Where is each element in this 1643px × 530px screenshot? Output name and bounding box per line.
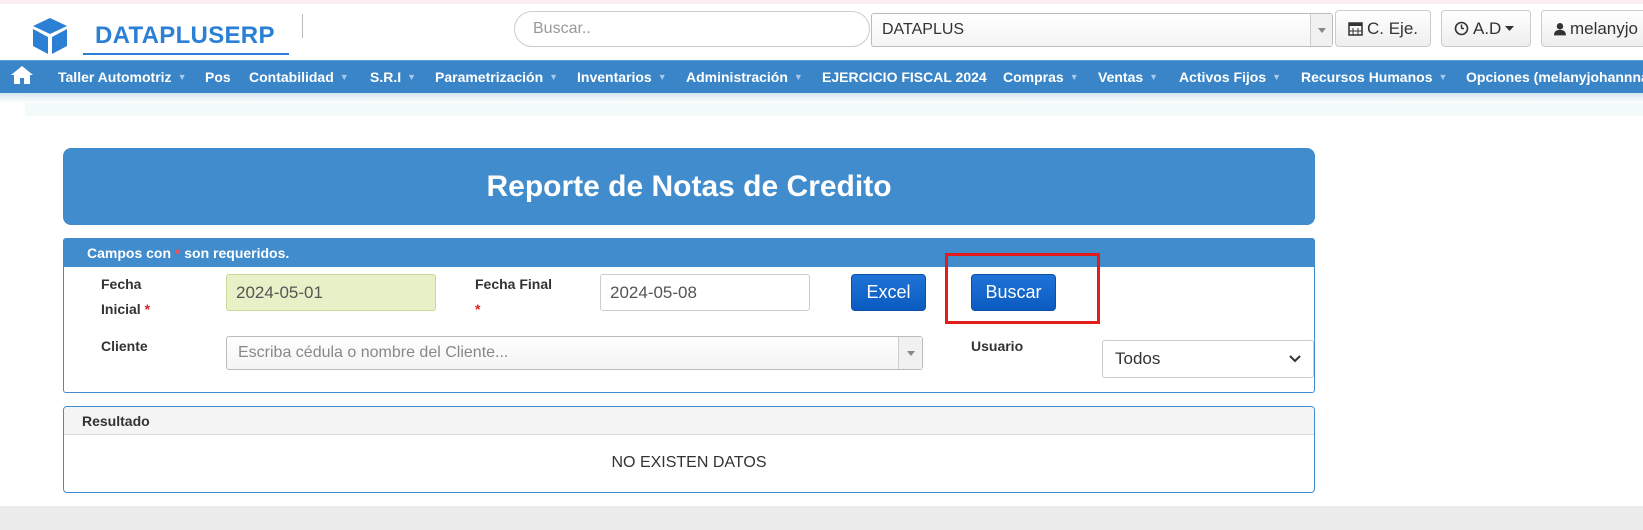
fecha-inicial-label: Fecha Inicial * [101, 272, 150, 322]
caret-down-icon: ▼ [1272, 72, 1282, 82]
page-footer [0, 506, 1643, 530]
sub-strip [25, 103, 1643, 116]
chevron-down-icon [1289, 355, 1301, 363]
usuario-select-value: Todos [1115, 349, 1161, 368]
menu-item-taller-automotriz[interactable]: Taller Automotriz ▼ [58, 69, 186, 85]
menu-item-label: Inventarios [577, 69, 652, 85]
menu-item-label: Contabilidad [249, 69, 334, 85]
fecha-final-label-line1: Fecha Final [475, 276, 553, 292]
filter-form-panel: Campos con * son requeridos. Fecha Inici… [63, 238, 1315, 393]
caret-down-icon: ▼ [1438, 72, 1448, 82]
menu-item-compras[interactable]: Compras ▼ [1003, 69, 1079, 85]
fecha-inicial-label-line1: Fecha [101, 276, 142, 292]
period-button-label: C. Eje. [1367, 18, 1419, 38]
ad-button[interactable]: A.D [1441, 10, 1532, 47]
menu-item-recursos-humanos[interactable]: Recursos Humanos ▼ [1301, 69, 1447, 85]
fecha-final-input[interactable] [600, 274, 810, 311]
chevron-down-icon[interactable] [1310, 14, 1332, 46]
clock-icon [1454, 21, 1469, 36]
usuario-select[interactable]: Todos [1102, 340, 1314, 378]
caret-down-icon: ▼ [657, 72, 667, 82]
menu-item-label: Taller Automotriz [58, 69, 172, 85]
menu-item-label: Activos Fijos [1179, 69, 1267, 85]
note-suffix: son requeridos. [180, 245, 290, 261]
fecha-inicial-label-line2: Inicial [101, 301, 141, 317]
menu-item-label: Ventas [1098, 69, 1144, 85]
menu-item-label: EJERCICIO FISCAL 2024 [822, 69, 987, 85]
brand-name: DATAPLUSERP [95, 22, 275, 49]
required-star: * [475, 301, 481, 317]
cliente-select-placeholder: Escriba cédula o nombre del Cliente... [238, 344, 509, 361]
menu-item-sri[interactable]: S.R.I ▼ [370, 69, 416, 85]
period-button[interactable]: C. Eje. [1335, 10, 1432, 47]
caret-down-icon [1505, 26, 1515, 31]
user-button[interactable]: melanyjo [1541, 10, 1643, 47]
main-menu: Taller Automotriz ▼ Pos Contabilidad ▼ S.R… [0, 60, 1643, 93]
usuario-label: Usuario [971, 338, 1024, 354]
empty-result-message: NO EXISTEN DATOS [611, 454, 767, 471]
chevron-down-icon[interactable] [898, 337, 922, 369]
caret-down-icon: ▼ [407, 72, 417, 82]
ad-button-label: A.D [1473, 18, 1502, 38]
cube-logo-icon [33, 18, 67, 54]
user-button-label: melanyjo [1569, 18, 1638, 38]
menu-item-ejercicio-fiscal[interactable]: EJERCICIO FISCAL 2024 [822, 69, 987, 85]
caret-down-icon: ▼ [339, 72, 349, 82]
caret-down-icon: ▼ [177, 72, 187, 82]
menu-item-parametrizacion[interactable]: Parametrización ▼ [435, 69, 558, 85]
menu-item-administracion[interactable]: Administración ▼ [686, 69, 803, 85]
user-icon [1554, 22, 1566, 35]
page-title: Reporte de Notas de Credito [486, 169, 892, 203]
required-star: * [144, 301, 151, 317]
menu-item-inventarios[interactable]: Inventarios ▼ [577, 69, 667, 85]
menu-item-activos-fijos[interactable]: Activos Fijos ▼ [1179, 69, 1281, 85]
required-fields-note: Campos con * son requeridos. [64, 239, 1314, 267]
search-input[interactable] [514, 11, 870, 47]
highlight-annotation-box [945, 253, 1100, 324]
result-header: Resultado [64, 407, 1314, 435]
note-prefix: Campos con [87, 245, 175, 261]
caret-down-icon: ▼ [549, 72, 559, 82]
calendar-icon [1348, 22, 1363, 36]
menu-item-label: S.R.I [370, 69, 402, 85]
excel-button[interactable]: Excel [851, 274, 926, 311]
menu-shadow [0, 93, 1643, 103]
menu-item-label: Parametrización [435, 69, 544, 85]
menu-item-ventas[interactable]: Ventas ▼ [1098, 69, 1158, 85]
company-select[interactable]: DATAPLUS [871, 13, 1333, 47]
cliente-select[interactable]: Escriba cédula o nombre del Cliente... [226, 336, 923, 370]
title-panel: Reporte de Notas de Credito [63, 148, 1315, 225]
menu-item-label: Compras [1003, 69, 1064, 85]
menu-item-pos[interactable]: Pos [205, 69, 231, 85]
menu-item-label: Opciones (melanyjohannna [1466, 69, 1643, 85]
caret-down-icon: ▼ [1149, 72, 1159, 82]
caret-down-icon: ▼ [793, 72, 803, 82]
fecha-inicial-input[interactable] [226, 274, 436, 311]
header-divider [302, 14, 303, 38]
cliente-label: Cliente [101, 338, 148, 354]
caret-down-icon: ▼ [1069, 72, 1079, 82]
menu-item-contabilidad[interactable]: Contabilidad ▼ [249, 69, 349, 85]
result-panel: Resultado NO EXISTEN DATOS [63, 406, 1315, 493]
fecha-final-label: Fecha Final * [475, 272, 552, 322]
menu-item-opciones[interactable]: Opciones (melanyjohannna [1466, 69, 1643, 85]
brand-underline [83, 53, 289, 55]
menu-item-label: Pos [205, 69, 231, 85]
company-select-value: DATAPLUS [882, 21, 965, 38]
menu-item-label: Administración [686, 69, 788, 85]
home-icon[interactable] [10, 65, 34, 85]
menu-item-label: Recursos Humanos [1301, 69, 1433, 85]
